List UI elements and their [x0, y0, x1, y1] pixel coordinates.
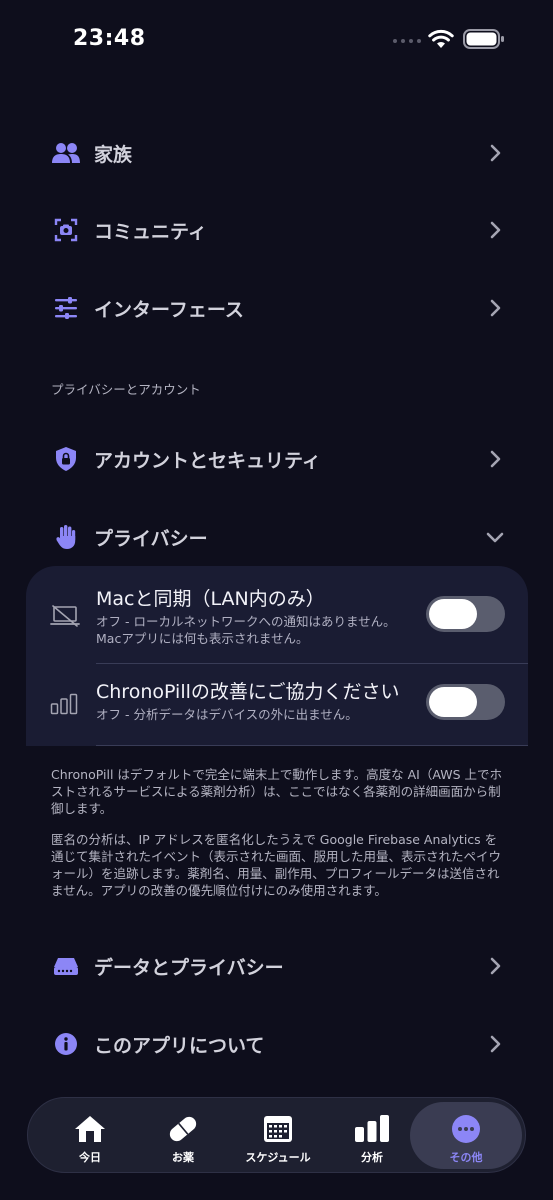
menu-item-family[interactable]: 家族 [0, 125, 553, 181]
hand-icon [50, 521, 82, 553]
improve-toggle[interactable] [426, 684, 505, 720]
more-icon [451, 1113, 481, 1145]
info-icon [50, 1028, 82, 1060]
mac-sync-row: Macと同期（LAN内のみ） オフ - ローカルネットワークへの通知はありません… [26, 582, 528, 662]
menu-label-about: このアプリについて [94, 1034, 265, 1057]
mac-sync-title: Macと同期（LAN内のみ） [96, 588, 325, 610]
privacy-settings-panel: Macと同期（LAN内のみ） オフ - ローカルネットワークへの通知はありません… [26, 566, 528, 746]
tab-more[interactable]: その他 [410, 1102, 522, 1169]
menu-label-privacy: プライバシー [94, 527, 208, 550]
wifi-icon [428, 29, 454, 48]
menu-item-data-privacy[interactable]: データとプライバシー [0, 938, 553, 994]
menu-item-account-security[interactable]: アカウントとセキュリティ [0, 431, 553, 487]
menu-label-account-security: アカウントとセキュリティ [94, 449, 321, 472]
toggle-knob [429, 599, 477, 629]
house-icon [73, 1113, 107, 1145]
chevron-right-icon [490, 957, 501, 975]
status-bar: 23:48 [0, 0, 553, 80]
divider [96, 663, 528, 664]
divider [96, 745, 528, 746]
mac-sync-subtitle-1: オフ - ローカルネットワークへの通知はありません。 [96, 614, 396, 629]
menu-label-data-privacy: データとプライバシー [94, 956, 284, 979]
toggle-knob [429, 687, 477, 717]
tab-label: お薬 [172, 1151, 194, 1164]
menu-label-family: 家族 [94, 143, 133, 166]
chevron-right-icon [490, 221, 501, 239]
menu-item-about[interactable]: このアプリについて [0, 1016, 553, 1072]
menu-item-community[interactable]: コミュニティ [0, 202, 553, 258]
menu-label-interface: インターフェース [94, 298, 244, 321]
mac-sync-subtitle-2: Macアプリには何も表示されません。 [96, 631, 309, 646]
menu-item-interface[interactable]: インターフェース [0, 280, 553, 336]
server-icon [50, 950, 82, 982]
calendar-icon [262, 1113, 294, 1145]
sliders-icon [50, 292, 82, 324]
shield-lock-icon [50, 443, 82, 475]
menu-label-community: コミュニティ [94, 220, 207, 243]
tab-label: 今日 [79, 1151, 101, 1164]
chevron-right-icon [490, 144, 501, 162]
tab-label: 分析 [361, 1151, 383, 1164]
tab-label: その他 [449, 1151, 483, 1164]
improve-title: ChronoPillの改善にご協力ください [96, 681, 400, 703]
signal-dots-icon [393, 39, 421, 43]
battery-icon [463, 29, 504, 49]
tab-analysis[interactable]: 分析 [338, 1102, 406, 1169]
mac-sync-toggle[interactable] [426, 596, 505, 632]
people-icon [50, 137, 82, 169]
chevron-right-icon [490, 1035, 501, 1053]
privacy-note-analytics: 匿名の分析は、IP アドレスを匿名化したうえで Google Firebase … [51, 832, 502, 898]
camera-frame-icon [50, 214, 82, 246]
tab-today[interactable]: 今日 [55, 1102, 125, 1169]
status-time: 23:48 [73, 26, 146, 51]
menu-item-privacy[interactable]: プライバシー [0, 509, 553, 565]
tab-label: スケジュール [245, 1151, 311, 1164]
pill-icon [166, 1113, 200, 1145]
chevron-right-icon [490, 299, 501, 317]
laptop-off-icon [50, 605, 80, 627]
privacy-note-ai: ChronoPill はデフォルトで完全に端末上で動作します。高度な AI（AW… [51, 767, 502, 816]
chevron-right-icon [490, 450, 501, 468]
tab-medicine[interactable]: お薬 [146, 1102, 220, 1169]
tab-schedule[interactable]: スケジュール [234, 1102, 322, 1169]
improve-row: ChronoPillの改善にご協力ください オフ - 分析データはデバイスの外に… [26, 670, 528, 742]
bar-chart-icon [354, 1113, 390, 1145]
section-title-privacy-account: プライバシーとアカウント [51, 382, 201, 397]
improve-subtitle: オフ - 分析データはデバイスの外に出ません。 [96, 707, 358, 722]
bar-chart-outline-icon [50, 693, 78, 715]
chevron-down-icon [486, 532, 504, 543]
tab-bar: 今日 お薬 スケジュール 分析 その他 [27, 1097, 526, 1173]
